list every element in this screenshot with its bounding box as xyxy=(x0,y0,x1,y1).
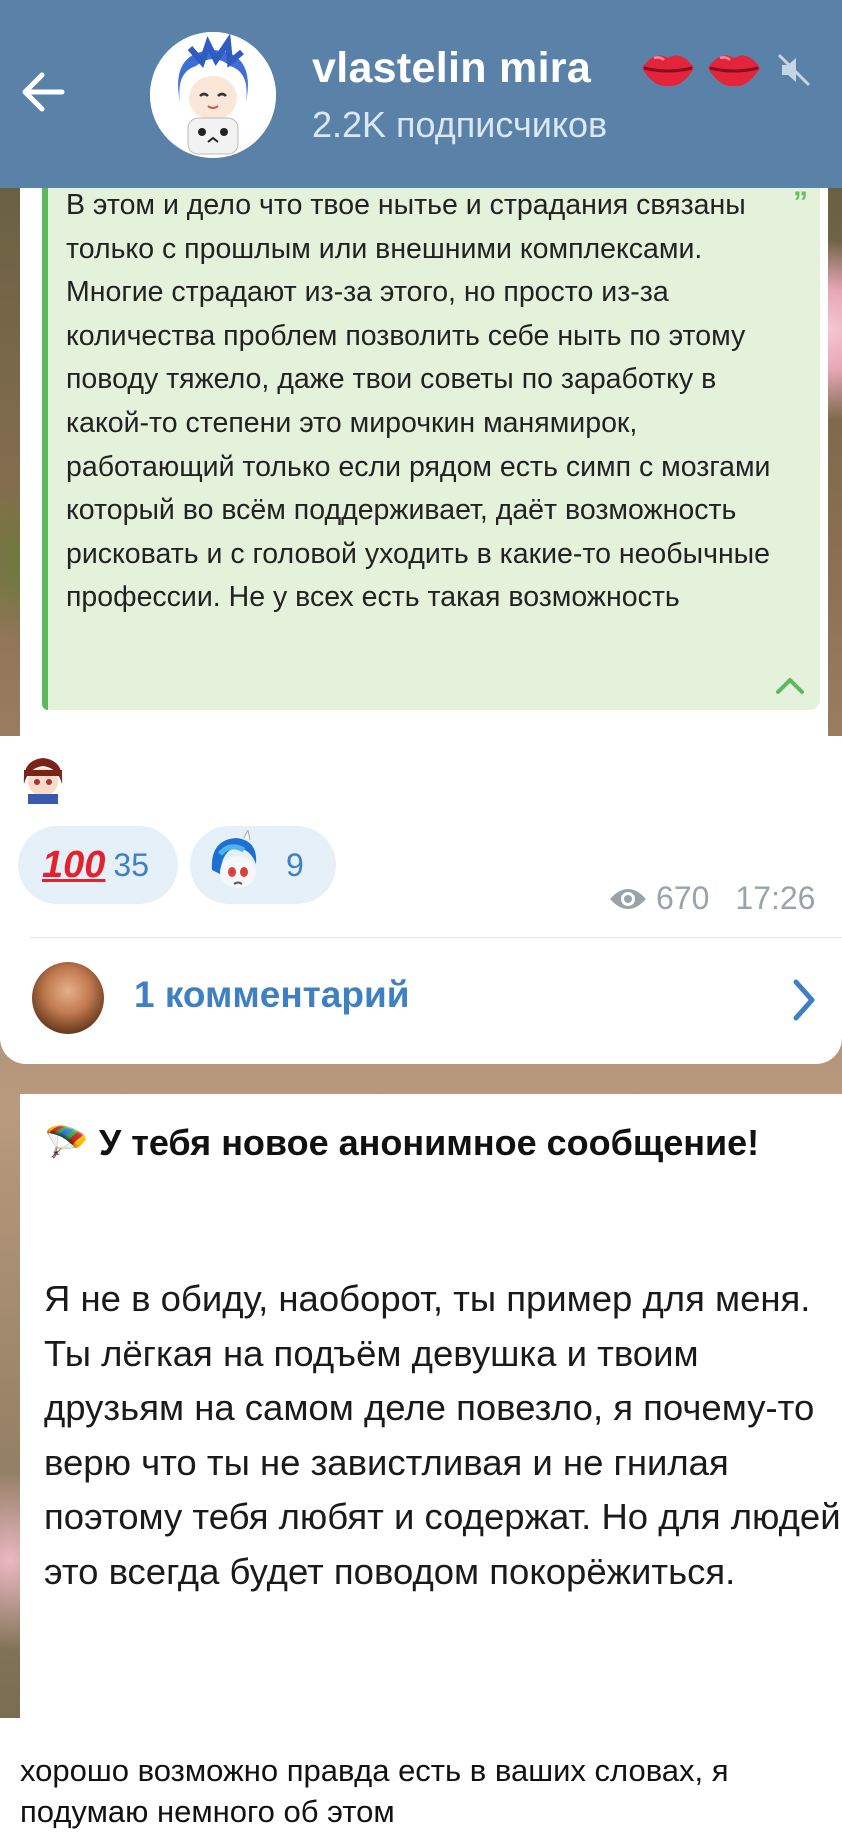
reaction-count: 9 xyxy=(286,846,304,883)
back-button[interactable] xyxy=(14,62,74,122)
title-emoji-group xyxy=(640,46,762,90)
quote-block[interactable]: В этом и дело что твое нытье и страдания… xyxy=(42,186,820,710)
channel-title[interactable]: vlastelin mira xyxy=(312,44,591,93)
reaction-100[interactable]: 100 35 xyxy=(18,826,178,904)
message-footer: 100 35 9 670 17:26 1 комментарий xyxy=(0,736,842,1064)
anon-heading: 🪂 У тебя новое анонимное сообщение! xyxy=(44,1116,764,1170)
anon-body-text: Я не в обиду, наоборот, ты пример для ме… xyxy=(44,1278,841,1592)
anime-girl-emoji xyxy=(18,754,68,804)
quote-text: В этом и дело что твое нытье и страдания… xyxy=(66,189,771,614)
chevron-up-icon[interactable] xyxy=(774,674,806,696)
mute-icon xyxy=(778,54,810,86)
channel-avatar[interactable] xyxy=(150,32,276,158)
message-bubble: В этом и дело что твое нытье и страдания… xyxy=(20,186,828,736)
reply-message: хорошо возможно правда есть в ваших слов… xyxy=(0,1718,842,1845)
quote-bar xyxy=(42,188,48,710)
back-arrow-icon xyxy=(22,72,65,112)
anon-heading-text: У тебя новое анонимное сообщение! xyxy=(98,1122,760,1163)
parachute-icon: 🪂 xyxy=(44,1122,89,1163)
lips-icon xyxy=(642,55,694,87)
message-meta: 670 17:26 xyxy=(608,880,815,917)
anon-message-image[interactable]: 🪂 У тебя новое анонимное сообщение! Я не… xyxy=(20,1094,842,1718)
comments-button[interactable]: 1 комментарий xyxy=(0,938,842,1064)
subscriber-count: 2.2K подписчиков xyxy=(312,104,608,145)
quote-mark-icon: ” xyxy=(793,186,808,219)
pony-sticker-icon xyxy=(203,830,267,897)
reaction-count: 35 xyxy=(113,846,149,883)
lips-icon xyxy=(708,55,760,87)
channel-header: vlastelin mira 2.2K подписчиков xyxy=(0,0,842,188)
comments-label: 1 комментарий xyxy=(134,974,410,1015)
reaction-pony[interactable]: 9 xyxy=(190,826,336,904)
hundred-points-icon: 100 xyxy=(42,843,106,886)
commenter-avatar xyxy=(32,962,104,1034)
reply-text: хорошо возможно правда есть в ваших слов… xyxy=(20,1753,729,1829)
message-time: 17:26 xyxy=(735,880,816,916)
view-count: 670 xyxy=(656,880,710,916)
chevron-right-icon xyxy=(793,979,815,1021)
eye-icon xyxy=(610,888,646,909)
